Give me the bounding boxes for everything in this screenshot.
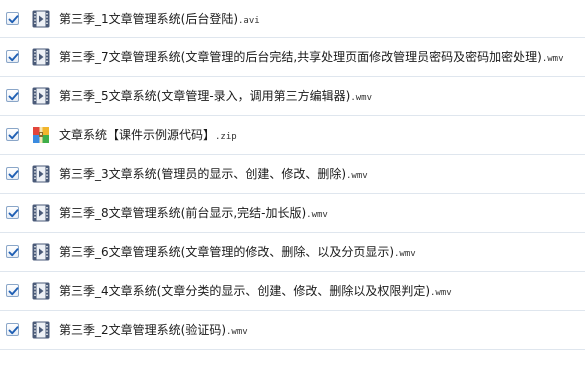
file-basename: 第三季_4文章系统(文章分类的显示、创建、修改、删除以及权限判定) — [59, 284, 431, 298]
file-row[interactable]: 第三季_2文章管理系统(验证码).wmv — [0, 311, 585, 350]
file-basename: 第三季_7文章管理系统(文章管理的后台完结,共享处理页面修改管理员密码及密码加密… — [59, 50, 542, 64]
file-basename: 第三季_5文章系统(文章管理-录入，调用第三方编辑器) — [59, 89, 351, 103]
file-name[interactable]: 第三季_5文章系统(文章管理-录入，调用第三方编辑器).wmv — [59, 88, 372, 106]
archive-file-icon — [32, 126, 50, 144]
file-row[interactable]: 第三季_6文章管理系统(文章管理的修改、删除、以及分页显示).wmv — [0, 233, 585, 272]
file-basename: 第三季_1文章管理系统(后台登陆) — [59, 12, 238, 26]
file-basename: 文章系统【课件示例源代码】 — [59, 128, 216, 142]
file-row[interactable]: 第三季_4文章系统(文章分类的显示、创建、修改、删除以及权限判定).wmv — [0, 272, 585, 311]
file-basename: 第三季_3文章系统(管理员的显示、创建、修改、删除) — [59, 167, 347, 181]
video-file-icon — [32, 87, 50, 105]
file-extension: .zip — [215, 132, 237, 142]
file-checkbox[interactable] — [6, 284, 19, 297]
file-extension: .wmv — [346, 171, 368, 181]
file-row[interactable]: 文章系统【课件示例源代码】.zip — [0, 116, 585, 155]
file-extension: .avi — [238, 16, 260, 26]
file-extension: .wmv — [541, 54, 564, 64]
video-file-icon — [32, 48, 50, 66]
file-name[interactable]: 第三季_7文章管理系统(文章管理的后台完结,共享处理页面修改管理员密码及密码加密… — [59, 49, 564, 67]
file-row[interactable]: 第三季_8文章管理系统(前台显示,完结-加长版).wmv — [0, 194, 585, 233]
file-checkbox[interactable] — [6, 89, 19, 102]
file-name[interactable]: 文章系统【课件示例源代码】.zip — [59, 127, 237, 145]
file-name[interactable]: 第三季_1文章管理系统(后台登陆).avi — [59, 11, 260, 29]
file-name[interactable]: 第三季_8文章管理系统(前台显示,完结-加长版).wmv — [59, 205, 328, 223]
video-file-icon — [32, 165, 50, 183]
file-basename: 第三季_2文章管理系统(验证码) — [59, 323, 226, 337]
file-checkbox[interactable] — [6, 245, 19, 258]
file-row[interactable]: 第三季_1文章管理系统(后台登陆).avi — [0, 0, 585, 38]
video-file-icon — [32, 10, 50, 28]
video-file-icon — [32, 282, 50, 300]
file-checkbox[interactable] — [6, 167, 19, 180]
file-extension: .wmv — [430, 288, 452, 298]
file-extension: .wmv — [394, 249, 416, 259]
file-checkbox[interactable] — [6, 128, 19, 141]
file-checkbox[interactable] — [6, 323, 19, 336]
file-basename: 第三季_6文章管理系统(文章管理的修改、删除、以及分页显示) — [59, 245, 395, 259]
file-checkbox[interactable] — [6, 12, 19, 25]
file-checkbox[interactable] — [6, 50, 19, 63]
file-name[interactable]: 第三季_3文章系统(管理员的显示、创建、修改、删除).wmv — [59, 166, 368, 184]
video-file-icon — [32, 321, 50, 339]
file-row[interactable]: 第三季_5文章系统(文章管理-录入，调用第三方编辑器).wmv — [0, 77, 585, 116]
file-extension: .wmv — [306, 210, 328, 220]
file-extension: .wmv — [350, 93, 373, 103]
video-file-icon — [32, 204, 50, 222]
file-name[interactable]: 第三季_4文章系统(文章分类的显示、创建、修改、删除以及权限判定).wmv — [59, 283, 452, 301]
file-list: 第三季_1文章管理系统(后台登陆).avi 第三季_7文章管理系统(文章管理的后台… — [0, 0, 585, 350]
file-checkbox[interactable] — [6, 206, 19, 219]
file-name[interactable]: 第三季_2文章管理系统(验证码).wmv — [59, 322, 248, 340]
file-basename: 第三季_8文章管理系统(前台显示,完结-加长版) — [59, 206, 307, 220]
file-extension: .wmv — [226, 327, 248, 337]
file-name[interactable]: 第三季_6文章管理系统(文章管理的修改、删除、以及分页显示).wmv — [59, 244, 416, 262]
file-row[interactable]: 第三季_3文章系统(管理员的显示、创建、修改、删除).wmv — [0, 155, 585, 194]
file-row[interactable]: 第三季_7文章管理系统(文章管理的后台完结,共享处理页面修改管理员密码及密码加密… — [0, 38, 585, 77]
video-file-icon — [32, 243, 50, 261]
